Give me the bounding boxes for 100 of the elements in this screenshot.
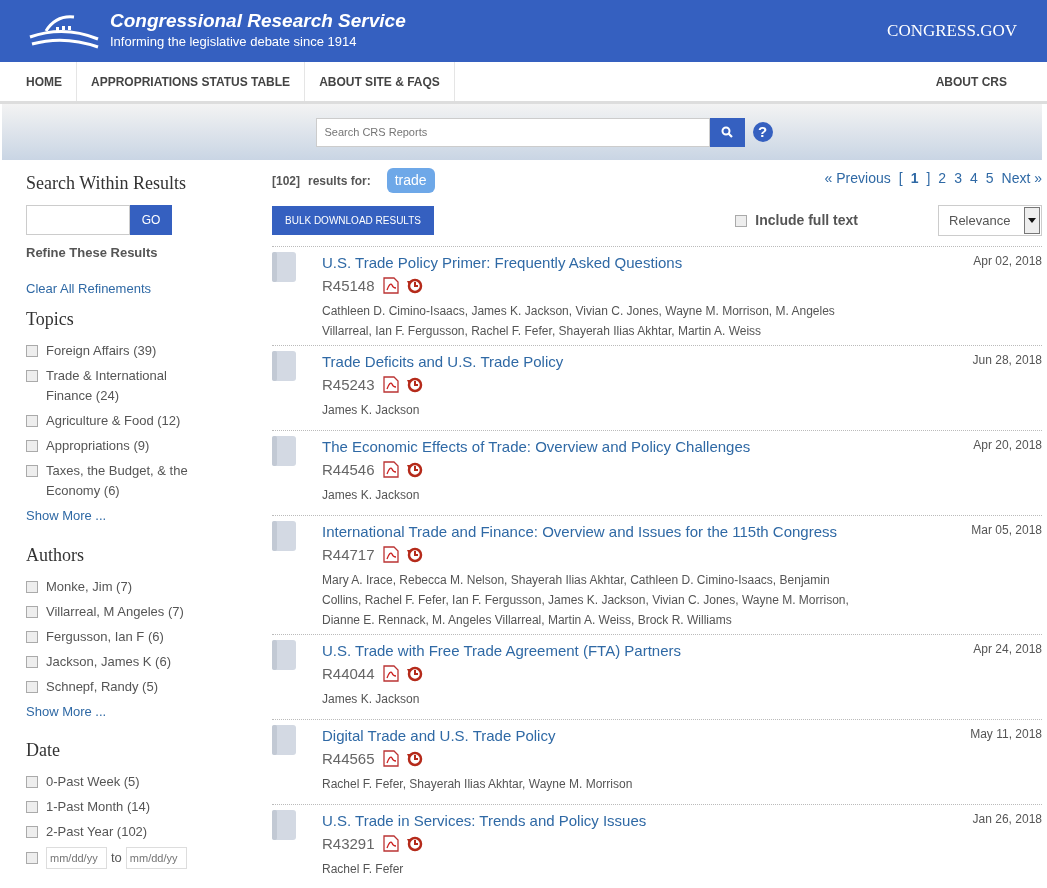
filter-option[interactable]: 2-Past Year (102) bbox=[46, 822, 148, 842]
show-more-link[interactable]: Show More ... bbox=[26, 506, 246, 526]
pdf-icon[interactable] bbox=[382, 376, 399, 394]
site-tagline: Informing the legislative debate since 1914 bbox=[110, 32, 358, 51]
nav-link[interactable]: ABOUT CRS bbox=[935, 62, 1021, 101]
pdf-icon[interactable] bbox=[382, 665, 399, 683]
results-label: results for: bbox=[308, 172, 371, 190]
filter-option[interactable]: Fergusson, Ian F (6) bbox=[46, 626, 164, 647]
report-authors: Rachel F. Fefer, Shayerah Ilias Akhtar, Wayne M. Morrison bbox=[322, 776, 634, 793]
report-title-link[interactable]: Trade Deficits and U.S. Trade Policy bbox=[322, 351, 564, 374]
date-from-field[interactable]: mm/dd/yy bbox=[46, 847, 107, 869]
report-title-link[interactable]: The Economic Effects of Trade: Overview and Policy Challenges bbox=[322, 436, 751, 459]
book-icon bbox=[272, 810, 296, 840]
search-field[interactable]: Search CRS Reports bbox=[315, 117, 710, 147]
report-title-link[interactable]: U.S. Trade with Free Trade Agreement (FTA) Partners bbox=[322, 640, 682, 663]
range-separator: to bbox=[111, 849, 122, 868]
history-icon[interactable] bbox=[406, 277, 423, 294]
filter-group-heading: Date bbox=[26, 739, 61, 762]
history-icon[interactable] bbox=[406, 665, 423, 682]
page-link[interactable]: 3 bbox=[954, 168, 962, 189]
result-count: [102] bbox=[272, 172, 300, 190]
report-authors: Cathleen D. Cimino-Isaacs, James K. Jackson, Vivian C. Jones, Wayne M. Morrison, M. Angeles Villarreal, Ian F. Fergusson, Rachel F. Fefer, Shayerah Ilias Akhtar, Martin A. Weiss bbox=[322, 303, 836, 340]
report-authors: James K. Jackson bbox=[322, 487, 421, 504]
filter-option[interactable]: Villarreal, M Angeles (7) bbox=[46, 601, 184, 622]
report-title-link[interactable]: U.S. Trade Policy Primer: Frequently Asked Questions bbox=[322, 252, 683, 275]
filter-option[interactable]: Appropriations (9) bbox=[46, 436, 150, 456]
nav-link[interactable]: HOME bbox=[26, 62, 77, 101]
checkbox[interactable] bbox=[26, 345, 38, 357]
help-button[interactable]: ? bbox=[752, 122, 773, 142]
previous-link[interactable]: « Previous bbox=[824, 168, 891, 189]
sort-dropdown[interactable]: Relevance bbox=[938, 205, 1042, 236]
bulk-download-button[interactable]: BULK DOWNLOAD RESULTS bbox=[272, 206, 434, 235]
pdf-icon[interactable] bbox=[382, 750, 399, 768]
report-number: R44717 bbox=[322, 544, 375, 565]
pdf-icon[interactable] bbox=[382, 461, 399, 479]
pdf-icon[interactable] bbox=[382, 277, 399, 295]
checkbox[interactable] bbox=[26, 415, 38, 427]
checkbox[interactable] bbox=[26, 370, 38, 382]
checkbox[interactable] bbox=[26, 826, 38, 838]
book-icon bbox=[272, 436, 296, 466]
checkbox[interactable] bbox=[26, 655, 38, 668]
checkbox[interactable] bbox=[26, 580, 38, 593]
filter-option[interactable]: 0-Past Week (5) bbox=[46, 772, 140, 792]
report-number: R44546 bbox=[322, 459, 375, 480]
date-to-field[interactable]: mm/dd/yy bbox=[125, 847, 187, 869]
checkbox[interactable] bbox=[26, 776, 38, 788]
checkbox[interactable] bbox=[26, 440, 38, 452]
bracket: [ bbox=[898, 169, 903, 188]
history-icon[interactable] bbox=[406, 461, 423, 478]
show-more-link[interactable]: Show More ... bbox=[26, 701, 246, 721]
filter-option[interactable]: Monke, Jim (7) bbox=[46, 576, 132, 597]
pdf-icon[interactable] bbox=[382, 835, 399, 853]
report-number: R45148 bbox=[322, 275, 375, 296]
report-date: Apr 20, 2018 bbox=[973, 437, 1042, 454]
book-icon bbox=[272, 252, 296, 282]
go-button[interactable]: GO bbox=[130, 205, 172, 235]
checkbox[interactable] bbox=[26, 852, 38, 864]
history-icon[interactable] bbox=[406, 750, 423, 767]
page-link[interactable]: 4 bbox=[969, 168, 978, 189]
nav-link[interactable]: APPROPRIATIONS STATUS TABLE bbox=[77, 62, 306, 101]
checkbox[interactable] bbox=[26, 801, 38, 813]
next-link[interactable]: Next » bbox=[1001, 168, 1042, 189]
checkbox[interactable] bbox=[735, 214, 748, 227]
checkbox[interactable] bbox=[26, 680, 38, 693]
page-link[interactable]: 5 bbox=[985, 168, 994, 189]
pdf-icon[interactable] bbox=[382, 546, 399, 564]
book-icon bbox=[272, 521, 296, 551]
report-date: May 11, 2018 bbox=[970, 726, 1042, 743]
report-title-link[interactable]: U.S. Trade in Services: Trends and Policy Issues bbox=[322, 810, 647, 833]
full-text-label[interactable]: Include full text bbox=[755, 210, 858, 231]
report-authors: James K. Jackson bbox=[322, 402, 421, 419]
report-number: R43291 bbox=[322, 833, 375, 854]
page-link[interactable]: 1 bbox=[910, 168, 919, 189]
book-icon bbox=[272, 725, 296, 755]
filter-option[interactable]: Foreign Affairs (39) bbox=[46, 341, 157, 361]
site-title[interactable]: Congressional Research Service bbox=[110, 10, 406, 32]
history-icon[interactable] bbox=[406, 546, 423, 563]
checkbox[interactable] bbox=[26, 630, 38, 643]
partner-link[interactable]: CONGRESS.GOV bbox=[887, 18, 1017, 44]
page-link[interactable]: 2 bbox=[938, 168, 947, 189]
refine-search-field[interactable] bbox=[26, 205, 130, 235]
clear-refinements-link[interactable]: Clear All Refinements bbox=[26, 278, 246, 298]
report-date: Apr 24, 2018 bbox=[973, 641, 1042, 658]
search-button[interactable] bbox=[709, 117, 745, 147]
nav-link[interactable]: ABOUT SITE & FAQS bbox=[305, 62, 455, 101]
filter-option[interactable]: Schnepf, Randy (5) bbox=[46, 676, 158, 697]
report-number: R45243 bbox=[322, 374, 375, 395]
history-icon[interactable] bbox=[406, 835, 423, 852]
filter-option[interactable]: Trade & International Finance (24) bbox=[46, 366, 216, 406]
filter-option[interactable]: Jackson, James K (6) bbox=[46, 651, 171, 672]
checkbox[interactable] bbox=[26, 605, 38, 618]
filter-option[interactable]: Taxes, the Budget, & the Economy (6) bbox=[46, 461, 216, 501]
filter-option[interactable]: 1-Past Month (14) bbox=[46, 797, 151, 817]
sidebar-heading: Search Within Results bbox=[26, 172, 187, 195]
report-title-link[interactable]: International Trade and Finance: Overview and Issues for the 115th Congress bbox=[322, 521, 838, 544]
filter-option[interactable]: Agriculture & Food (12) bbox=[46, 411, 181, 431]
checkbox[interactable] bbox=[26, 465, 38, 477]
history-icon[interactable] bbox=[406, 376, 423, 393]
caret-icon bbox=[1028, 218, 1036, 223]
report-title-link[interactable]: Digital Trade and U.S. Trade Policy bbox=[322, 725, 556, 748]
